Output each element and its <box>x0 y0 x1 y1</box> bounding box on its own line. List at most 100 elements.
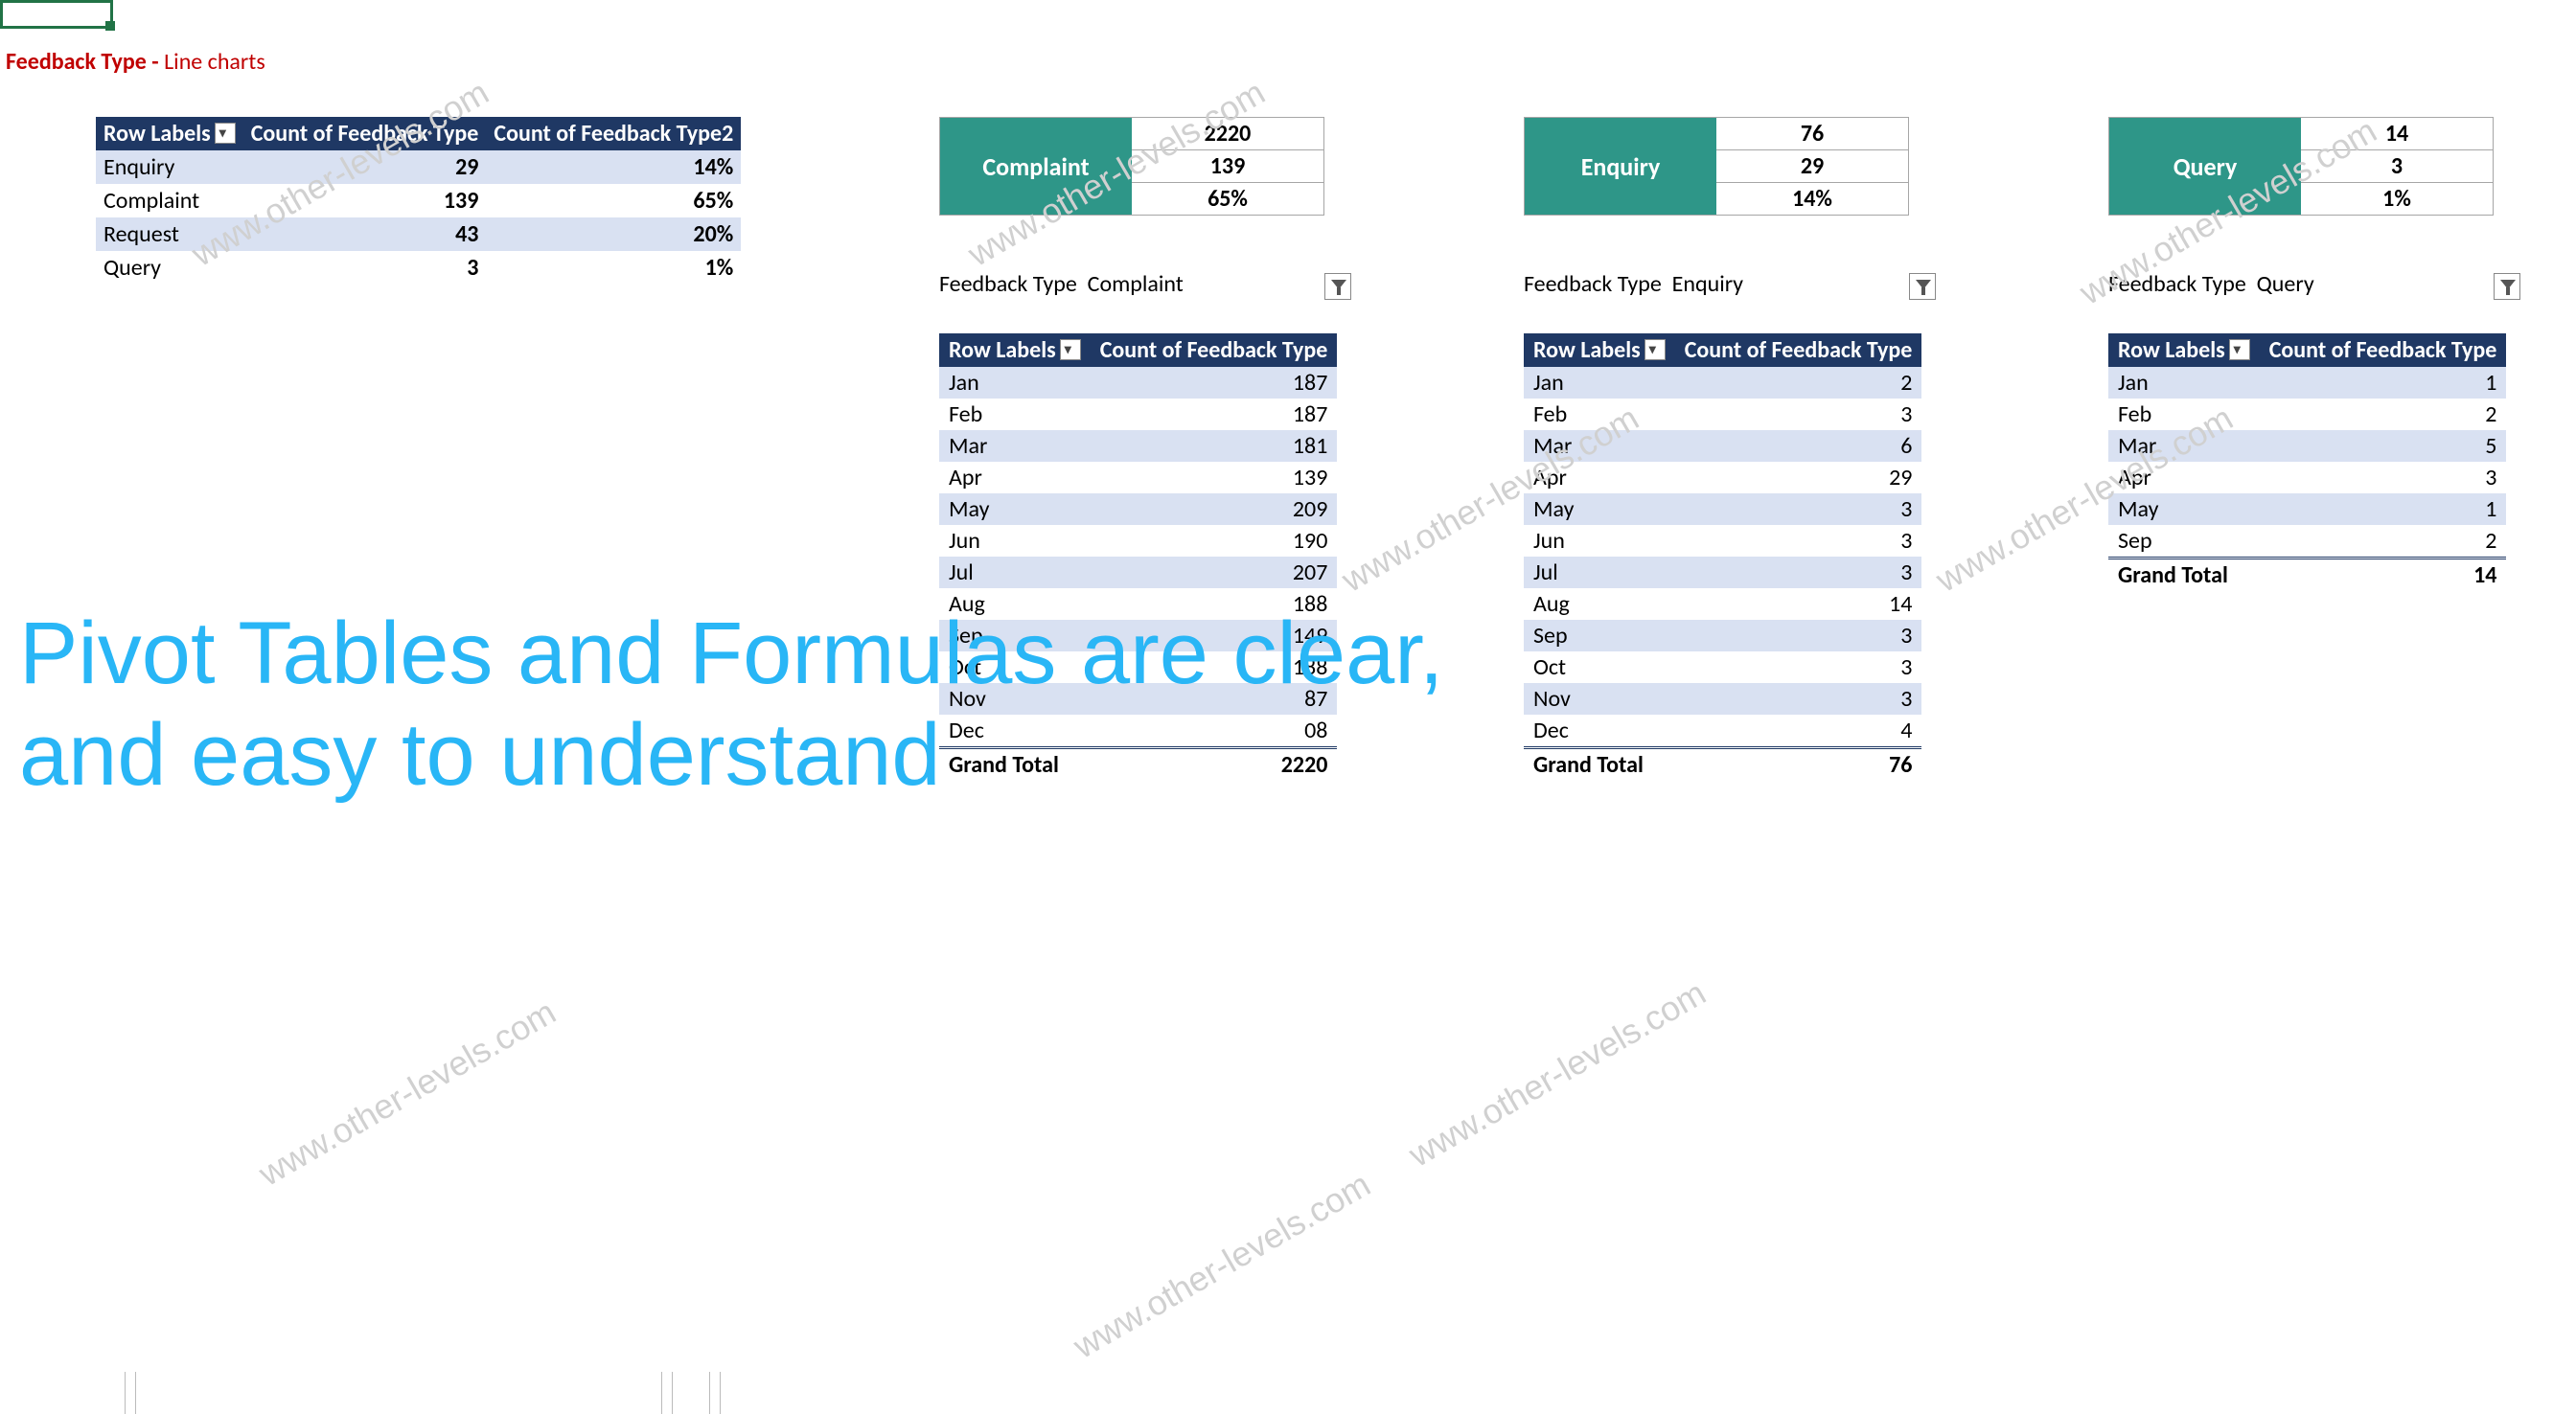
grand-total-value[interactable]: 2220 <box>1091 748 1338 782</box>
pivot-cell[interactable]: 3 <box>1675 525 1922 557</box>
pivot-cell[interactable]: 181 <box>1091 430 1338 462</box>
pivot-cell[interactable]: Oct <box>939 651 1091 683</box>
col-row-labels[interactable]: Row Labels <box>96 117 243 150</box>
pivot-cell[interactable]: 190 <box>1091 525 1338 557</box>
pivot-cell[interactable]: Mar <box>2108 430 2260 462</box>
pivot-cell[interactable]: Feb <box>939 399 1091 430</box>
col-count[interactable]: Count of Feedback Type <box>2260 333 2507 367</box>
grand-total-value[interactable]: 76 <box>1675 748 1922 782</box>
filter-icon[interactable] <box>1324 273 1351 300</box>
pivot-cell[interactable]: Jan <box>939 367 1091 399</box>
pivot-cell[interactable]: Feb <box>1524 399 1675 430</box>
pivot-cell[interactable]: Jul <box>939 557 1091 588</box>
pivot-cell[interactable]: Mar <box>939 430 1091 462</box>
pivot-cell[interactable]: 188 <box>1091 588 1338 620</box>
grand-total-label[interactable]: Grand Total <box>939 748 1091 782</box>
grand-total-label[interactable]: Grand Total <box>1524 748 1675 782</box>
summary-cell[interactable]: 1% <box>486 251 741 285</box>
pivot-cell[interactable]: 1 <box>2260 493 2507 525</box>
pivot-cell[interactable]: 3 <box>2260 462 2507 493</box>
pivot-cell[interactable]: 29 <box>1675 462 1922 493</box>
pivot-cell[interactable]: 2 <box>2260 399 2507 430</box>
pivot-cell[interactable]: 08 <box>1091 715 1338 748</box>
summary-cell[interactable]: 139 <box>243 184 487 217</box>
pivot-cell[interactable]: Sep <box>1524 620 1675 651</box>
col-row-labels[interactable]: Row Labels <box>939 333 1091 367</box>
pivot-cell[interactable]: 2 <box>2260 525 2507 559</box>
pivot-cell[interactable]: Jul <box>1524 557 1675 588</box>
pivot-cell[interactable]: 188 <box>1091 651 1338 683</box>
pivot-cell[interactable]: Aug <box>939 588 1091 620</box>
pivot-cell[interactable]: Sep <box>939 620 1091 651</box>
col-count[interactable]: Count of Feedback Type <box>243 117 487 150</box>
pivot-cell[interactable]: 207 <box>1091 557 1338 588</box>
summary-cell[interactable]: Complaint <box>96 184 243 217</box>
summary-cell[interactable]: 65% <box>486 184 741 217</box>
pivot-cell[interactable]: 2 <box>1675 367 1922 399</box>
pivot-cell[interactable]: Feb <box>2108 399 2260 430</box>
pivot-cell[interactable]: 3 <box>1675 651 1922 683</box>
pivot-cell[interactable]: Jun <box>1524 525 1675 557</box>
selected-cell[interactable] <box>0 0 113 29</box>
summary-cell[interactable]: 43 <box>243 217 487 251</box>
pivot-cell[interactable]: Jun <box>939 525 1091 557</box>
summary-cell[interactable]: 20% <box>486 217 741 251</box>
pivot-cell[interactable]: 3 <box>1675 557 1922 588</box>
dropdown-icon[interactable] <box>215 123 236 144</box>
filter-icon[interactable] <box>1909 273 1936 300</box>
pivot-cell[interactable]: May <box>939 493 1091 525</box>
pivot-cell[interactable]: May <box>1524 493 1675 525</box>
pivot-cell[interactable]: 187 <box>1091 367 1338 399</box>
pivot-cell[interactable]: 139 <box>1091 462 1338 493</box>
pivot-cell[interactable]: Dec <box>1524 715 1675 748</box>
pivot-cell[interactable]: Mar <box>1524 430 1675 462</box>
grand-total-value[interactable]: 14 <box>2260 559 2507 592</box>
pivot-cell[interactable]: Jan <box>1524 367 1675 399</box>
summary-cell[interactable]: 3 <box>243 251 487 285</box>
pivot-cell[interactable]: 5 <box>2260 430 2507 462</box>
filter-icon[interactable] <box>2494 273 2520 300</box>
col-count[interactable]: Count of Feedback Type <box>1091 333 1338 367</box>
pivot-cell[interactable]: Aug <box>1524 588 1675 620</box>
pivot-cell[interactable]: 3 <box>1675 399 1922 430</box>
tile-complaint: Complaint 2220 139 65% <box>939 117 1324 216</box>
pivot-cell[interactable]: 187 <box>1091 399 1338 430</box>
pivot-cell[interactable]: Apr <box>1524 462 1675 493</box>
pivot-cell[interactable]: Jan <box>2108 367 2260 399</box>
summary-cell[interactable]: Request <box>96 217 243 251</box>
pivot-cell[interactable]: Nov <box>1524 683 1675 715</box>
pivot-cell[interactable]: May <box>2108 493 2260 525</box>
pivot-cell[interactable]: Apr <box>2108 462 2260 493</box>
summary-cell[interactable]: 14% <box>486 150 741 184</box>
dropdown-icon[interactable] <box>2229 339 2250 360</box>
tile-label: Query <box>2109 118 2301 215</box>
pivot-cell[interactable]: 4 <box>1675 715 1922 748</box>
col-row-labels[interactable]: Row Labels <box>1524 333 1675 367</box>
col-count2[interactable]: Count of Feedback Type2 <box>486 117 741 150</box>
col-row-labels[interactable]: Row Labels <box>2108 333 2260 367</box>
summary-cell[interactable]: Enquiry <box>96 150 243 184</box>
pivot-cell[interactable]: 14 <box>1675 588 1922 620</box>
pivot-cell[interactable]: Sep <box>2108 525 2260 559</box>
sheet-tab[interactable] <box>125 1372 136 1414</box>
sheet-tab[interactable] <box>661 1372 673 1414</box>
summary-cell[interactable]: Query <box>96 251 243 285</box>
pivot-cell[interactable]: Oct <box>1524 651 1675 683</box>
pivot-cell[interactable]: Dec <box>939 715 1091 748</box>
pivot-cell[interactable]: 6 <box>1675 430 1922 462</box>
grand-total-label[interactable]: Grand Total <box>2108 559 2260 592</box>
summary-cell[interactable]: 29 <box>243 150 487 184</box>
pivot-cell[interactable]: Apr <box>939 462 1091 493</box>
dropdown-icon[interactable] <box>1644 339 1666 360</box>
pivot-cell[interactable]: 209 <box>1091 493 1338 525</box>
pivot-cell[interactable]: 87 <box>1091 683 1338 715</box>
pivot-cell[interactable]: Nov <box>939 683 1091 715</box>
pivot-cell[interactable]: 3 <box>1675 683 1922 715</box>
sheet-tab[interactable] <box>709 1372 721 1414</box>
pivot-cell[interactable]: 3 <box>1675 493 1922 525</box>
pivot-cell[interactable]: 3 <box>1675 620 1922 651</box>
pivot-cell[interactable]: 149 <box>1091 620 1338 651</box>
col-count[interactable]: Count of Feedback Type <box>1675 333 1922 367</box>
dropdown-icon[interactable] <box>1060 339 1081 360</box>
pivot-cell[interactable]: 1 <box>2260 367 2507 399</box>
